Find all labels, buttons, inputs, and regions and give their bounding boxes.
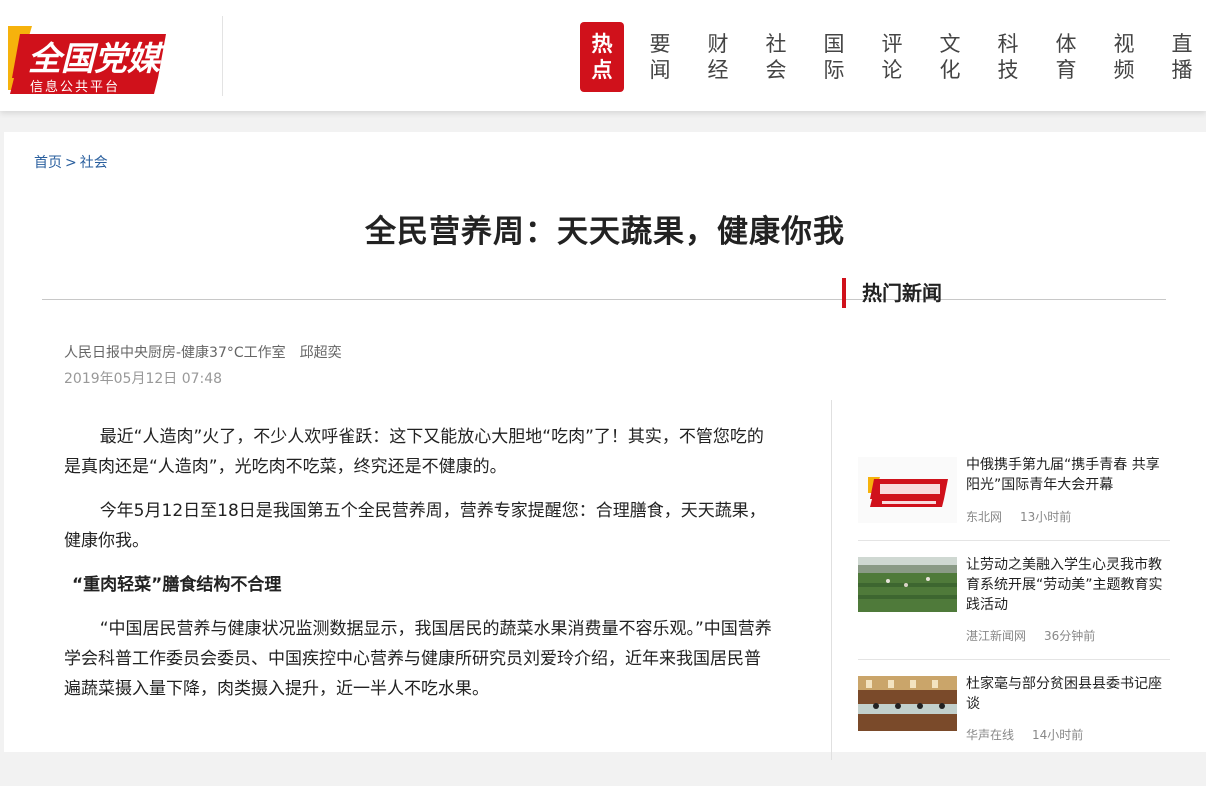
article-paragraph: 最近“人造肉”火了，不少人欢呼雀跃：这下又能放心大胆地“吃肉”了！其实，不管您吃… bbox=[64, 427, 764, 477]
nav-item-label-bottom: 经 bbox=[707, 58, 729, 82]
title-divider bbox=[42, 299, 1166, 300]
news-time: 14小时前 bbox=[1032, 728, 1084, 742]
article-paragraph: 今年5月12日至18日是我国第五个全民营养周，营养专家提醒您：合理膳食，天天蔬果… bbox=[64, 501, 766, 551]
nav-item-label-bottom: 化 bbox=[939, 58, 961, 82]
field-photo-image bbox=[858, 557, 957, 612]
news-meta: 湛江新闻网 36分钟前 bbox=[966, 627, 1095, 644]
nav-item[interactable]: 社会 bbox=[754, 22, 798, 92]
article-author: 人民日报中央厨房-健康37°C工作室 邱超奕 bbox=[64, 345, 342, 361]
news-headline[interactable]: 杜家毫与部分贫困县县委书记座谈 bbox=[966, 674, 1170, 714]
nav-item-label-bottom: 会 bbox=[765, 58, 787, 82]
nav-item-label-top: 文 bbox=[939, 32, 961, 56]
nav-item-label-top: 科 bbox=[997, 32, 1019, 56]
news-thumbnail[interactable] bbox=[858, 457, 957, 523]
nav-item-label-top: 直 bbox=[1171, 32, 1193, 56]
news-time: 36分钟前 bbox=[1044, 629, 1096, 643]
news-headline[interactable]: 中俄携手第九届“携手青春 共享阳光”国际青年大会开幕 bbox=[966, 455, 1170, 495]
article-paragraph: “中国居民营养与健康状况监测数据显示，我国居民的蔬菜水果消费量不容乐观。”中国营… bbox=[64, 619, 772, 699]
news-headline[interactable]: 让劳动之美融入学生心灵我市教育系统开展“劳动美”主题教育实践活动 bbox=[966, 555, 1170, 615]
nav-item-label-bottom: 频 bbox=[1113, 58, 1135, 82]
nav-item-label-bottom: 论 bbox=[881, 58, 903, 82]
nav-item-label-top: 财 bbox=[707, 32, 729, 56]
breadcrumb-home-link[interactable]: 首页 bbox=[34, 155, 62, 171]
news-source: 东北网 bbox=[966, 510, 1003, 524]
nav-item[interactable]: 文化 bbox=[928, 22, 972, 92]
news-divider bbox=[858, 540, 1170, 541]
nav-item-label-top: 热 bbox=[591, 31, 613, 56]
article-date: 2019年05月12日 07:48 bbox=[64, 371, 223, 387]
nav-item-label-bottom: 际 bbox=[823, 58, 845, 82]
hot-news-item[interactable]: 中俄携手第九届“携手青春 共享阳光”国际青年大会开幕 东北网 13小时前 bbox=[858, 457, 1170, 567]
news-source: 湛江新闻网 bbox=[966, 629, 1027, 643]
news-meta: 华声在线 14小时前 bbox=[966, 726, 1083, 743]
nav-item-label-bottom: 技 bbox=[997, 58, 1019, 82]
nav-item[interactable]: 科技 bbox=[986, 22, 1030, 92]
article-title: 全民营养周：天天蔬果，健康你我 bbox=[365, 214, 845, 250]
nav-item-label-top: 体 bbox=[1055, 32, 1077, 56]
nav-item-label-bottom: 播 bbox=[1171, 58, 1193, 82]
news-divider bbox=[858, 659, 1170, 660]
nav-item-label-bottom: 闻 bbox=[649, 58, 671, 82]
article-body: 最近“人造肉”火了，不少人欢呼雀跃：这下又能放心大胆地“吃肉”了！其实，不管您吃… bbox=[64, 422, 776, 718]
logo-graphic: 全国党媒 信息公共平台 bbox=[8, 26, 166, 95]
nav-item[interactable]: 体育 bbox=[1044, 22, 1088, 92]
nav-item-label-bottom: 育 bbox=[1055, 58, 1077, 82]
article-subheading: “重肉轻菜”膳食结构不合理 bbox=[72, 575, 282, 595]
nav-item[interactable]: 直播 bbox=[1160, 22, 1204, 92]
news-meta: 东北网 13小时前 bbox=[966, 508, 1071, 525]
nav-item-label-top: 要 bbox=[649, 32, 671, 56]
nav-item[interactable]: 要闻 bbox=[638, 22, 682, 92]
breadcrumb-separator: > bbox=[65, 155, 77, 171]
nav-item[interactable]: 财经 bbox=[696, 22, 740, 92]
news-source: 华声在线 bbox=[966, 728, 1015, 742]
site-header: 全国党媒 信息公共平台 热点要闻财经社会国际评论文化科技体育视频直播 bbox=[0, 0, 1206, 111]
news-thumbnail[interactable] bbox=[858, 557, 957, 623]
news-time: 13小时前 bbox=[1020, 510, 1072, 524]
sidebar-divider bbox=[831, 400, 832, 760]
logo-main-text: 全国党媒 bbox=[28, 39, 165, 78]
breadcrumb: 首页 > 社会 bbox=[34, 152, 108, 172]
site-logo[interactable]: 全国党媒 信息公共平台 bbox=[8, 20, 168, 96]
nav-item[interactable]: 热点 bbox=[580, 22, 624, 92]
nav-item-label-top: 视 bbox=[1113, 32, 1135, 56]
nav-item-label-top: 社 bbox=[765, 32, 787, 56]
nav-item-label-bottom: 点 bbox=[591, 57, 613, 82]
logo-sub-text: 信息公共平台 bbox=[30, 79, 120, 95]
nav-item-label-top: 国 bbox=[823, 32, 845, 56]
breadcrumb-section-link[interactable]: 社会 bbox=[80, 155, 108, 171]
hot-news-item[interactable]: 杜家毫与部分贫困县县委书记座谈 华声在线 14小时前 bbox=[858, 676, 1170, 786]
news-thumbnail[interactable] bbox=[858, 676, 957, 742]
nav-item-label-top: 评 bbox=[881, 32, 903, 56]
nav-item[interactable]: 评论 bbox=[870, 22, 914, 92]
logo-divider bbox=[222, 16, 223, 96]
meeting-photo-image bbox=[858, 676, 957, 731]
logo-thumbnail-image bbox=[858, 457, 957, 523]
hot-news-title: 热门新闻 bbox=[842, 278, 942, 308]
nav-item[interactable]: 视频 bbox=[1102, 22, 1146, 92]
hot-news-item[interactable]: 让劳动之美融入学生心灵我市教育系统开展“劳动美”主题教育实践活动 湛江新闻网 36… bbox=[858, 557, 1170, 667]
nav-item[interactable]: 国际 bbox=[812, 22, 856, 92]
